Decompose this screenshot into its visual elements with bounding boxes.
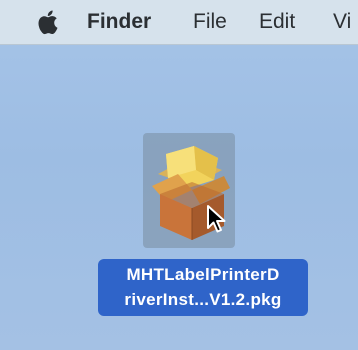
desktop: Finder File Edit Vi MHTLabelPrinterD riv…: [0, 0, 358, 350]
menu-edit[interactable]: Edit: [259, 9, 295, 35]
menu-view[interactable]: Vi: [333, 9, 351, 35]
apple-icon[interactable]: [36, 8, 62, 36]
menu-finder[interactable]: Finder: [87, 9, 151, 35]
menu-bar: Finder File Edit Vi: [0, 0, 358, 45]
menu-file[interactable]: File: [193, 9, 227, 35]
mouse-pointer-icon: [207, 205, 226, 233]
file-name-line-2: riverInst...V1.2.pkg: [124, 290, 282, 309]
file-name-line-1: MHTLabelPrinterD: [126, 265, 280, 284]
file-name-label[interactable]: MHTLabelPrinterD riverInst...V1.2.pkg: [98, 259, 308, 316]
